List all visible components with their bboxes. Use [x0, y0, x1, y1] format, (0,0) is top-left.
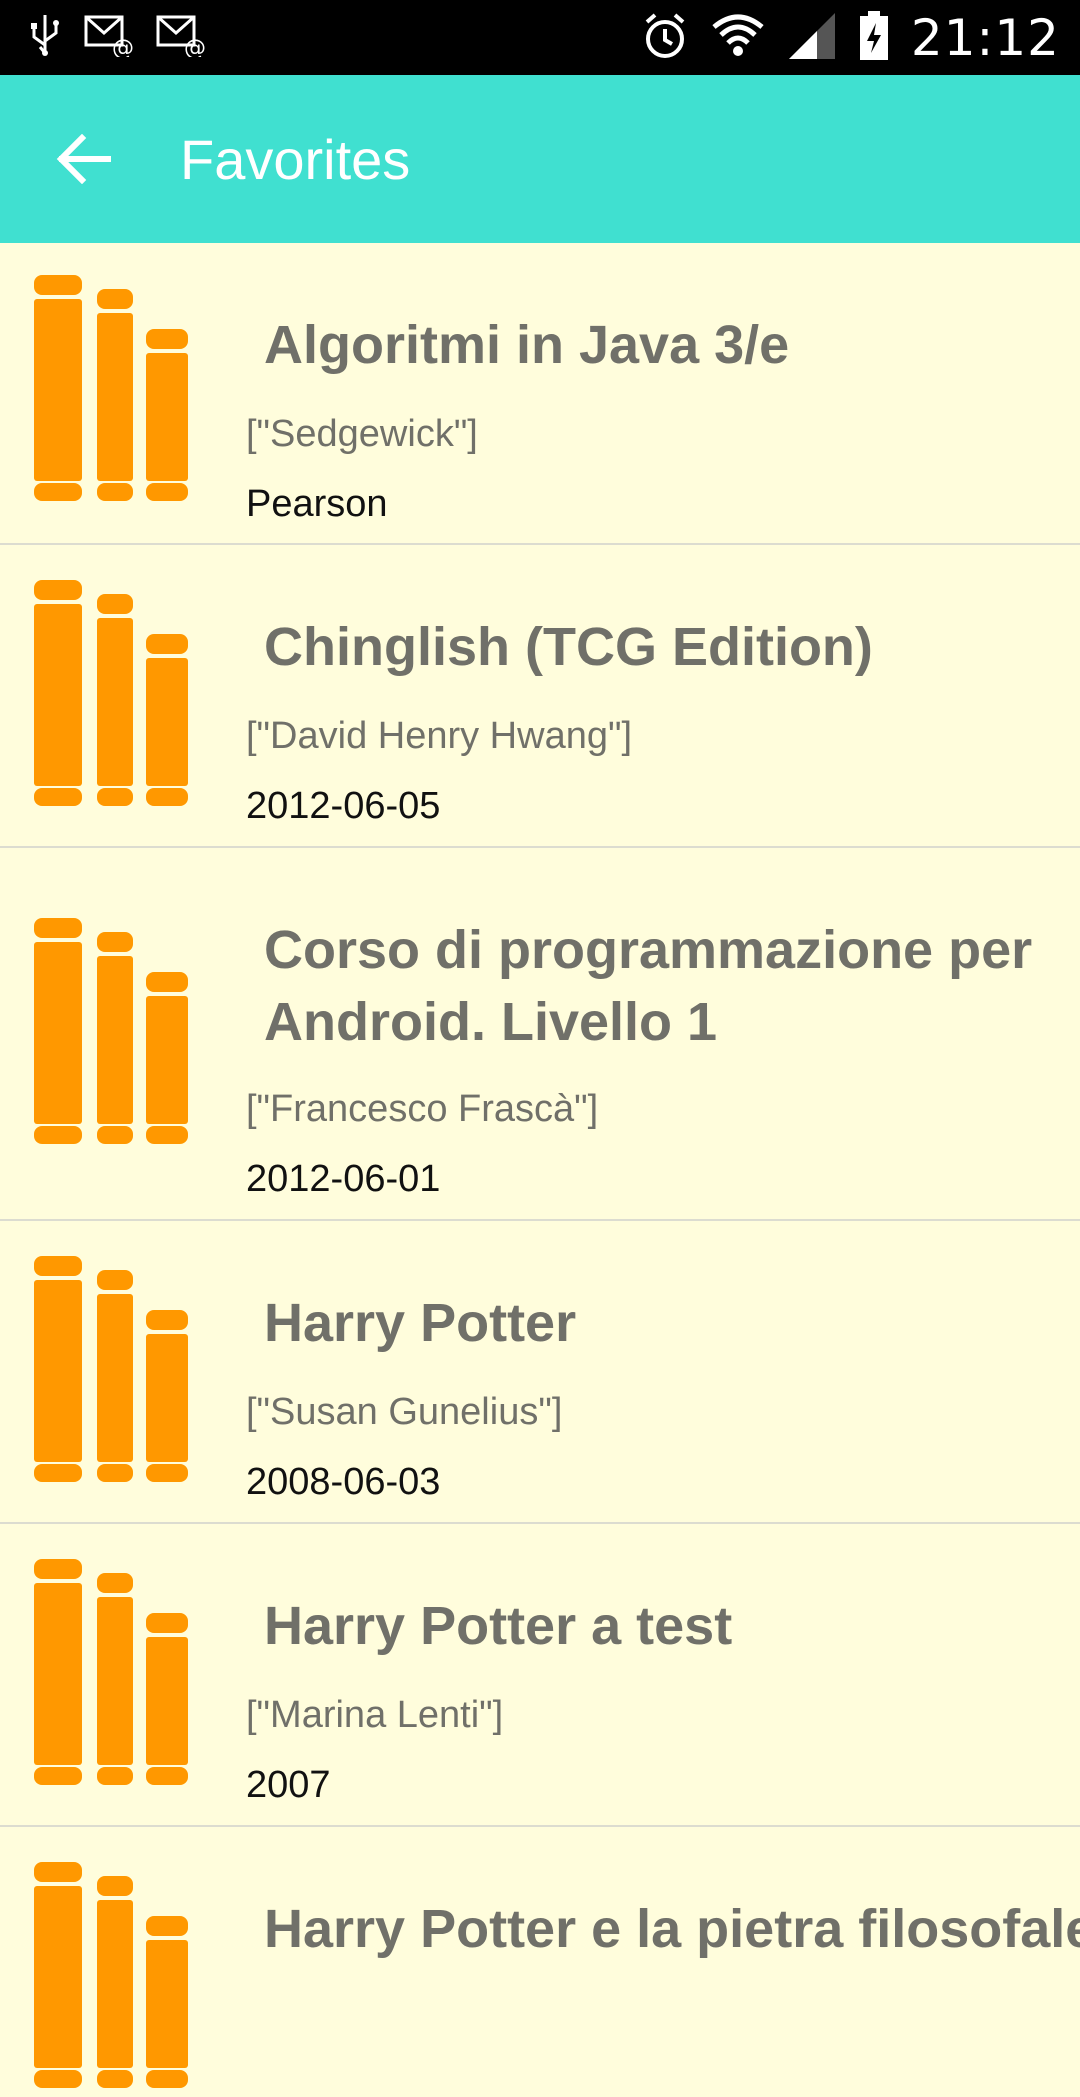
book-author: ["David Henry Hwang"] — [246, 715, 633, 757]
clock: 21:12 — [910, 9, 1060, 67]
books-icon — [34, 918, 194, 1148]
book-publisher: Pearson — [246, 483, 388, 525]
book-author: ["Susan Gunelius"] — [246, 1391, 563, 1433]
book-date: 2008-06-03 — [246, 1461, 441, 1503]
list-item[interactable]: Harry Potter a test ["Marina Lenti"] 200… — [0, 1524, 1080, 1827]
page-title: Favorites — [180, 128, 411, 191]
alarm-icon — [641, 12, 689, 65]
list-item[interactable]: Harry Potter ["Susan Gunelius"] 2008-06-… — [0, 1221, 1080, 1524]
book-author: ["Francesco Frascà"] — [246, 1088, 599, 1130]
book-title: Chinglish (TCG Edition) — [264, 617, 873, 677]
book-title: Harry Potter — [264, 1293, 577, 1353]
list-item[interactable]: Chinglish (TCG Edition) ["David Henry Hw… — [0, 545, 1080, 848]
book-title: Harry Potter a test — [264, 1596, 733, 1656]
svg-text:@: @ — [184, 36, 206, 57]
battery-charging-icon — [859, 10, 889, 66]
mail-icon: @ — [156, 13, 206, 62]
book-title: Corso di programmazione per Android. Liv… — [264, 920, 1033, 1052]
mail-icon: @ — [84, 13, 134, 62]
wifi-icon — [711, 11, 765, 66]
book-date: 2012-06-05 — [246, 785, 441, 827]
usb-icon — [28, 13, 62, 62]
app-bar: Favorites — [0, 75, 1080, 243]
list-item[interactable]: Harry Potter e la pietra filosofale — [0, 1827, 1080, 2088]
list-item[interactable]: Algoritmi in Java 3/e ["Sedgewick"] Pear… — [0, 243, 1080, 545]
favorites-list[interactable]: Algoritmi in Java 3/e ["Sedgewick"] Pear… — [0, 243, 1080, 2088]
notification-icons: @ @ — [28, 10, 206, 65]
system-icons: 21:12 — [641, 8, 1060, 68]
status-bar: @ @ 21:12 — [0, 0, 1080, 75]
arrow-left-icon — [56, 133, 112, 189]
list-item[interactable]: Corso di programmazione per Android. Liv… — [0, 848, 1080, 1221]
book-title: Algoritmi in Java 3/e — [264, 315, 790, 375]
book-author: ["Sedgewick"] — [246, 413, 478, 455]
books-icon — [34, 580, 194, 810]
book-date: 2012-06-01 — [246, 1158, 441, 1200]
books-icon — [34, 1559, 194, 1789]
book-author: ["Marina Lenti"] — [246, 1694, 504, 1736]
books-icon — [34, 1862, 194, 2092]
back-button[interactable] — [44, 121, 124, 201]
book-date: 2007 — [246, 1764, 331, 1806]
book-title: Harry Potter e la pietra filosofale — [264, 1899, 1080, 1959]
books-icon — [34, 275, 194, 505]
svg-text:@: @ — [112, 36, 134, 57]
books-icon — [34, 1256, 194, 1486]
signal-icon — [787, 11, 837, 66]
